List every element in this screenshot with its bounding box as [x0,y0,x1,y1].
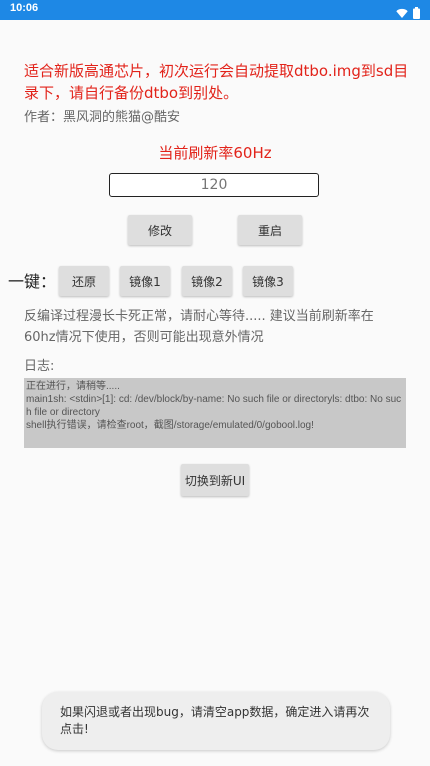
mirror2-button[interactable]: 镜像2 [182,266,232,296]
status-time: 10:06 [10,2,39,14]
log-line: 正在进行，请稍等..... [26,381,120,392]
author-text: 作者：黑风洞的熊猫@酷安 [24,110,181,125]
switch-ui-button[interactable]: 切换到新UI [181,464,249,496]
mirror3-button[interactable]: 镜像3 [243,266,293,296]
refresh-rate-input[interactable] [109,173,319,197]
status-bar: 10:06 [0,0,430,20]
warning-hint: 反编译过程漫长卡死正常，请耐心等待..... 建议当前刷新率在60hz情况下使用… [24,309,374,345]
wifi-icon [396,4,408,23]
log-label: 日志: [24,359,55,374]
restart-button[interactable]: 重启 [238,215,302,245]
current-refresh-rate: 当前刷新率60Hz [158,144,272,162]
log-output: 正在进行，请稍等..... main1sh: <stdin>[1]: cd: /… [24,378,406,448]
restore-button[interactable]: 还原 [59,266,109,296]
modify-button[interactable]: 修改 [128,215,192,245]
status-icons [396,4,420,23]
onekey-label: 一键： [8,272,57,291]
toast-message: 如果闪退或者出现bug，请清空app数据，确定进入请再次点击! [42,692,390,750]
log-line: main1sh: <stdin>[1]: cd: /dev/block/by-n… [26,394,402,418]
notice-text: 适合新版高通芯片，初次运行会自动提取dtbo.img到sd目录下，请自行备份dt… [24,62,409,102]
battery-icon [413,4,420,23]
log-line: shell执行错误，请检查root，截图/storage/emulated/0/… [26,420,314,431]
mirror1-button[interactable]: 镜像1 [120,266,170,296]
